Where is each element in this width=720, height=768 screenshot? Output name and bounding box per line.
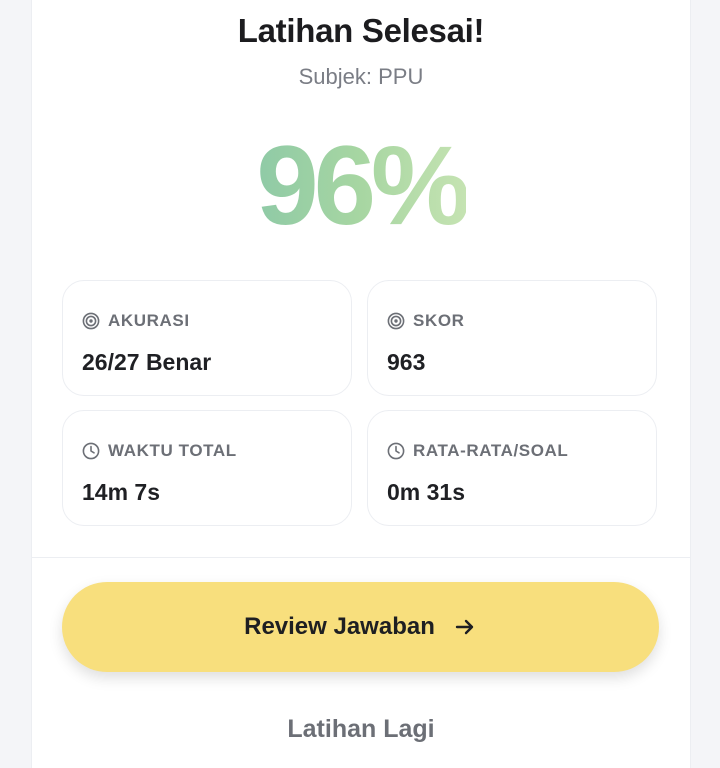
clock-icon xyxy=(82,442,100,460)
stat-value: 14m 7s xyxy=(82,479,161,505)
stat-label: WAKTU TOTAL xyxy=(108,441,237,460)
subject-label: Subjek: PPU xyxy=(298,64,424,89)
stat-label: AKURASI xyxy=(108,311,190,330)
stat-card-accuracy: AKURASI 26/27 Benar xyxy=(62,280,352,396)
arrow-right-icon xyxy=(455,619,474,635)
review-answers-button[interactable]: Review Jawaban xyxy=(62,582,659,672)
score-percentage: 96% xyxy=(32,116,690,256)
stat-card-score: SKOR 963 xyxy=(367,280,657,396)
target-icon xyxy=(82,312,100,330)
stat-header: AKURASI xyxy=(82,311,190,331)
target-icon xyxy=(387,312,405,330)
stat-value: 26/27 Benar xyxy=(82,349,212,375)
result-card: Latihan Selesai! Subjek: PPU 96% AKURASI… xyxy=(31,0,691,768)
stat-header: RATA-RATA/SOAL xyxy=(387,441,568,461)
stat-value: 963 xyxy=(387,349,426,375)
section-divider xyxy=(32,557,690,558)
page-title: Latihan Selesai! xyxy=(237,12,485,49)
stat-header: SKOR xyxy=(387,311,465,331)
review-answers-label: Review Jawaban xyxy=(244,613,435,640)
stat-header: WAKTU TOTAL xyxy=(82,441,237,461)
stat-value: 0m 31s xyxy=(387,479,466,505)
stat-card-total-time: WAKTU TOTAL 14m 7s xyxy=(62,410,352,526)
stat-label: RATA-RATA/SOAL xyxy=(413,441,569,460)
clock-icon xyxy=(387,442,405,460)
stat-card-average-per-question: RATA-RATA/SOAL 0m 31s xyxy=(367,410,657,526)
score-percentage-text: 96% xyxy=(256,123,470,248)
stat-label: SKOR xyxy=(413,311,465,330)
practice-again-button[interactable]: Latihan Lagi xyxy=(32,715,690,744)
